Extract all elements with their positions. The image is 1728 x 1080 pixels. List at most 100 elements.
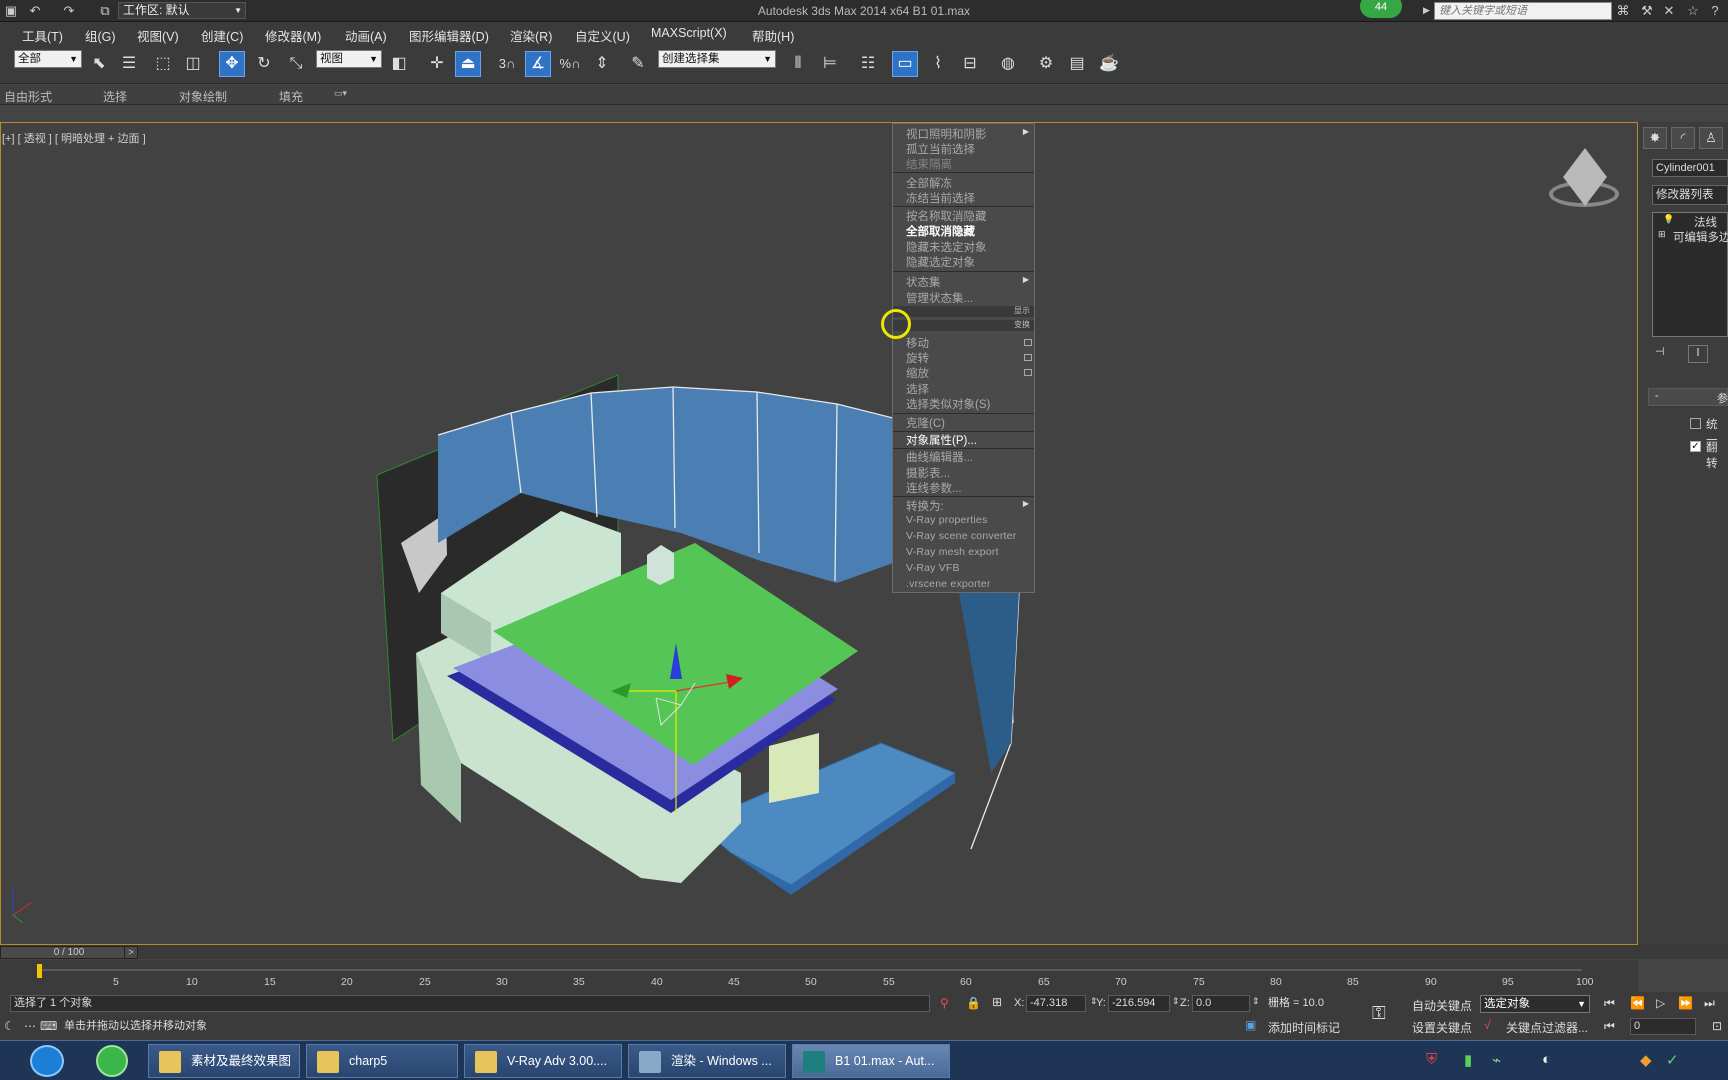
menu-item-clone[interactable]: 克隆(C) bbox=[906, 415, 945, 431]
y-coordinate-field[interactable]: -216.594 bbox=[1108, 995, 1170, 1012]
tools-icon[interactable]: ⚒ bbox=[1638, 3, 1656, 19]
ribbon-tab-populate[interactable]: 填充 bbox=[279, 88, 303, 105]
menu-item-unhide-by-name[interactable]: 按名称取消隐藏 bbox=[906, 208, 987, 224]
next-frame-arrow-icon[interactable]: > bbox=[124, 946, 138, 959]
key-filters-button[interactable]: 关键点过滤器... bbox=[1506, 1019, 1588, 1036]
menu-item-vray-properties[interactable]: V-Ray properties bbox=[906, 514, 987, 526]
menu-item-vrscene-exporter[interactable]: .vrscene exporter bbox=[906, 578, 991, 590]
render-teapot-icon[interactable]: ☕ bbox=[1096, 51, 1122, 77]
ribbon-tab-selection[interactable]: 选择 bbox=[103, 88, 127, 105]
menu-create[interactable]: 创建(C) bbox=[201, 26, 243, 45]
tray-network-icon[interactable]: ⌁ bbox=[1492, 1051, 1501, 1069]
tray-update-icon[interactable]: ✓ bbox=[1666, 1051, 1679, 1069]
menu-item-curve-editor[interactable]: 曲线编辑器... bbox=[906, 449, 973, 465]
menu-help[interactable]: 帮助(H) bbox=[752, 26, 794, 45]
prev-frame-icon[interactable]: ⏪ bbox=[1630, 996, 1645, 1010]
set-key-icon[interactable]: ⚿ bbox=[1372, 1003, 1386, 1024]
menu-item-object-properties[interactable]: 对象属性(P)... bbox=[906, 432, 977, 448]
internet-explorer-icon[interactable] bbox=[30, 1045, 64, 1077]
menu-animation[interactable]: 动画(A) bbox=[345, 26, 387, 45]
select-manipulate-icon[interactable]: ✛ bbox=[424, 51, 450, 77]
stack-item-editable-poly[interactable]: 可编辑多边 bbox=[1673, 229, 1728, 245]
menu-item-vray-mesh-export[interactable]: V-Ray mesh export bbox=[906, 546, 999, 558]
maxscript-listener-icon[interactable]: ☾ bbox=[4, 1019, 15, 1033]
menu-item-move[interactable]: 移动 bbox=[906, 335, 929, 351]
snaps-toggle-icon[interactable]: 3∩ bbox=[494, 51, 520, 77]
goto-start-icon[interactable]: ⏮ bbox=[1604, 996, 1615, 1011]
mini-listener-icon[interactable]: ⋯ bbox=[24, 1019, 36, 1033]
menu-item-viewport-lighting[interactable]: 视口照明和阴影 bbox=[906, 126, 987, 142]
menu-item-rotate[interactable]: 旋转 bbox=[906, 350, 929, 366]
graphite-toggle-icon[interactable]: ▭ bbox=[892, 51, 918, 77]
menu-item-unfreeze-all[interactable]: 全部解冻 bbox=[906, 175, 952, 191]
angle-snap-icon[interactable]: ∡ bbox=[525, 51, 551, 77]
binoculars-icon[interactable]: ⌘ bbox=[1614, 3, 1632, 19]
menu-tools[interactable]: 工具(T) bbox=[22, 26, 63, 45]
menu-item-state-sets[interactable]: 状态集 bbox=[906, 274, 941, 290]
menu-group[interactable]: 组(G) bbox=[85, 26, 116, 45]
menu-rendering[interactable]: 渲染(R) bbox=[510, 26, 552, 45]
mirror-icon[interactable]: ⫴ bbox=[785, 51, 811, 77]
help-icon[interactable]: ? bbox=[1706, 3, 1724, 19]
z-coordinate-field[interactable]: 0.0 bbox=[1192, 995, 1250, 1012]
named-selection-set-dropdown[interactable]: 创建选择集 ▼ bbox=[658, 50, 776, 68]
next-frame-icon[interactable]: ⏩ bbox=[1678, 996, 1693, 1010]
menu-item-select[interactable]: 选择 bbox=[906, 381, 929, 397]
select-move-icon[interactable]: ✥ bbox=[219, 51, 245, 77]
render-setup-icon[interactable]: ⚙ bbox=[1033, 51, 1059, 77]
key-filter-selection-dropdown[interactable]: 选定对象 ▼ bbox=[1480, 995, 1590, 1013]
spinner-snap-icon[interactable]: ⇕ bbox=[589, 51, 615, 77]
menu-modifiers[interactable]: 修改器(M) bbox=[265, 26, 321, 45]
show-end-result-icon[interactable]: Ⅰ bbox=[1688, 345, 1708, 363]
menu-item-manage-state-sets[interactable]: 管理状态集... bbox=[906, 290, 973, 306]
settings-box-icon[interactable] bbox=[1024, 339, 1032, 346]
select-by-name-icon[interactable]: ☰ bbox=[116, 51, 142, 77]
menu-item-convert-to[interactable]: 转换为: bbox=[906, 498, 944, 514]
menu-item-hide-unselected[interactable]: 隐藏未选定对象 bbox=[906, 239, 987, 255]
pivot-center-icon[interactable]: ◧ bbox=[386, 51, 412, 77]
perspective-viewport[interactable] bbox=[0, 122, 1638, 945]
menu-item-end-isolate[interactable]: 结束隔离 bbox=[906, 156, 952, 172]
task-folder-vray[interactable]: V-Ray Adv 3.00.... bbox=[464, 1044, 622, 1078]
parameters-rollout-header[interactable]: - 参 bbox=[1648, 388, 1728, 406]
browser-360-icon[interactable] bbox=[96, 1045, 128, 1077]
task-folder-charp5[interactable]: charp5 bbox=[306, 1044, 458, 1078]
window-crossing-icon[interactable]: ◫ bbox=[180, 51, 206, 77]
create-tab-icon[interactable]: ✸ bbox=[1643, 127, 1667, 149]
keyboard-shortcut-override-icon[interactable]: ⏏ bbox=[455, 51, 481, 77]
task-3dsmax[interactable]: B1 01.max - Aut... bbox=[792, 1044, 950, 1078]
select-rotate-icon[interactable]: ↻ bbox=[251, 51, 277, 77]
ribbon-tab-freeform[interactable]: 自由形式 bbox=[4, 88, 52, 105]
schematic-view-icon[interactable]: ⊟ bbox=[957, 51, 983, 77]
time-config-icon[interactable]: ⊡ bbox=[1712, 1019, 1722, 1033]
settings-box-icon[interactable] bbox=[1024, 354, 1032, 361]
object-name-field[interactable]: Cylinder001 bbox=[1652, 159, 1728, 177]
menu-item-isolate[interactable]: 孤立当前选择 bbox=[906, 141, 975, 157]
task-render-window[interactable]: 渲染 - Windows ... bbox=[628, 1044, 786, 1078]
tray-battery-icon[interactable]: ▮ bbox=[1464, 1051, 1472, 1069]
y-spinner-icon[interactable]: ⇕ bbox=[1172, 996, 1180, 1007]
menu-item-unhide-all[interactable]: 全部取消隐藏 bbox=[906, 223, 975, 239]
menu-item-freeze-selection[interactable]: 冻结当前选择 bbox=[906, 190, 975, 206]
modify-tab-icon[interactable]: ◜ bbox=[1671, 127, 1695, 149]
menu-maxscript[interactable]: MAXScript(X) bbox=[651, 26, 727, 40]
percent-snap-icon[interactable]: %∩ bbox=[557, 51, 583, 77]
search-expand-icon[interactable]: ▶ bbox=[1423, 5, 1430, 16]
task-folder-assets[interactable]: 素材及最终效果图 bbox=[148, 1044, 300, 1078]
edit-named-selection-icon[interactable]: ✎ bbox=[625, 51, 651, 77]
play-icon[interactable]: ▷ bbox=[1656, 996, 1665, 1010]
pin-stack-icon[interactable]: ⊣ bbox=[1655, 345, 1675, 361]
current-frame-marker[interactable] bbox=[37, 964, 42, 978]
rect-selection-icon[interactable]: ⬚ bbox=[150, 51, 176, 77]
time-tag-icon[interactable]: ▣ bbox=[1245, 1018, 1256, 1032]
select-scale-icon[interactable]: ⤡ bbox=[283, 51, 309, 77]
ribbon-options-icon[interactable]: ▭▾ bbox=[334, 88, 347, 99]
menu-item-vray-scene-converter[interactable]: V-Ray scene converter bbox=[906, 530, 1016, 542]
exchange-icon[interactable]: ✕ bbox=[1660, 3, 1678, 19]
auto-key-button[interactable]: 自动关键点 bbox=[1412, 997, 1472, 1014]
current-frame-field[interactable]: 0 bbox=[1630, 1018, 1696, 1035]
menu-customize[interactable]: 自定义(U) bbox=[575, 26, 630, 45]
layer-manager-icon[interactable]: ☷ bbox=[855, 51, 881, 77]
reference-coordinate-dropdown[interactable]: 视图 ▼ bbox=[316, 50, 382, 68]
track-bar[interactable]: 5 10 15 20 25 30 35 40 45 50 55 60 65 70… bbox=[0, 960, 1638, 992]
